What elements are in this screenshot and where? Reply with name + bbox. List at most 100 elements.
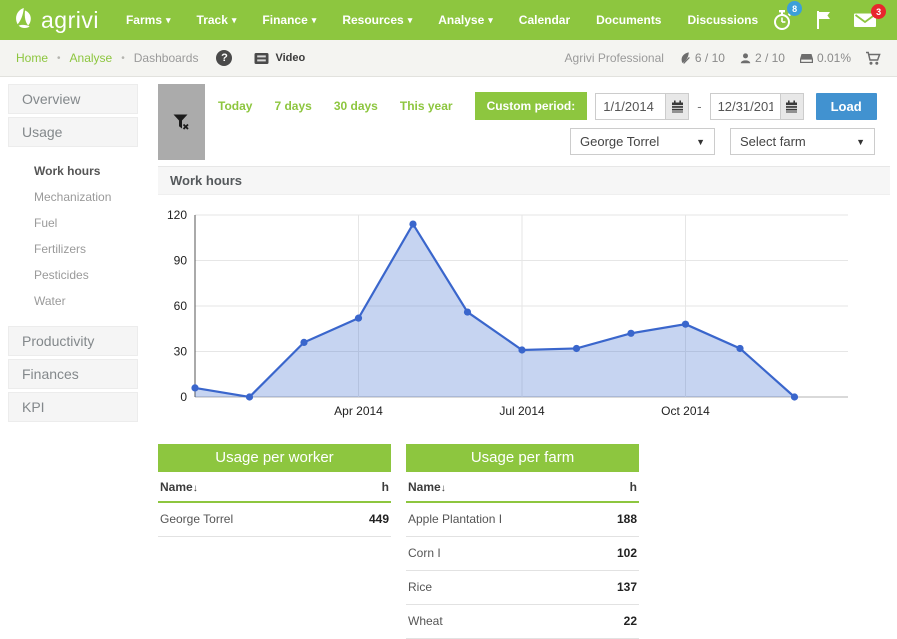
users-quota: 2 / 10 [739, 51, 785, 65]
sidebar-subitem-water[interactable]: Water [8, 288, 138, 314]
sidebar-item-kpi[interactable]: KPI [8, 392, 138, 422]
caret-down-icon: ▾ [166, 15, 171, 25]
farm-name: Corn I [408, 546, 441, 560]
date-from-group [595, 93, 689, 120]
nav-analyse[interactable]: Analyse▾ [425, 0, 506, 40]
nav-discussions[interactable]: Discussions [674, 0, 771, 40]
nav-farms[interactable]: Farms▾ [113, 0, 184, 40]
table-row: George Torrel 449 [158, 503, 391, 537]
usage-tables: Usage per worker Name↓ h George Torrel 4… [158, 444, 890, 639]
svg-text:Oct 2014: Oct 2014 [661, 404, 710, 418]
caret-down-icon: ▾ [312, 15, 317, 25]
entity-filter-row: George Torrel ▼ Select farm ▼ [570, 128, 875, 155]
logo-text: agrivi [41, 7, 99, 34]
date-to-input[interactable] [710, 93, 780, 120]
sort-down-icon: ↓ [193, 483, 198, 494]
filter-30-days[interactable]: 30 days [334, 99, 378, 113]
sidebar-subitem-fuel[interactable]: Fuel [8, 210, 138, 236]
svg-text:0: 0 [180, 390, 187, 404]
caret-down-icon: ▾ [408, 15, 413, 25]
filter-7-days[interactable]: 7 days [274, 99, 311, 113]
sidebar-item-finances[interactable]: Finances [8, 359, 138, 389]
worker-table-title: Usage per worker [158, 444, 391, 472]
worker-name: George Torrel [160, 512, 233, 526]
date-from-calendar-button[interactable] [665, 93, 689, 120]
filter-today[interactable]: Today [218, 99, 252, 113]
section-title: Work hours [158, 166, 890, 195]
filter-this-year[interactable]: This year [400, 99, 453, 113]
breadcrumb-home[interactable]: Home [16, 51, 48, 65]
mail-badge: 3 [871, 4, 886, 19]
date-range-separator: - [697, 99, 701, 114]
cart-icon[interactable] [865, 51, 881, 66]
video-icon [254, 52, 269, 65]
sidebar-subitem-pesticides[interactable]: Pesticides [8, 262, 138, 288]
storage-icon [799, 52, 814, 65]
user-small-icon [739, 52, 752, 65]
farm-hours: 188 [617, 512, 637, 526]
worker-name-header[interactable]: Name↓ [160, 480, 198, 494]
select-caret-icon: ▼ [696, 137, 705, 147]
farm-name-header[interactable]: Name↓ [408, 480, 446, 494]
sidebar-item-productivity[interactable]: Productivity [8, 326, 138, 356]
main-content: Today 7 days 30 days This year Custom pe… [158, 84, 890, 639]
sidebar-subitem-fertilizers[interactable]: Fertilizers [8, 236, 138, 262]
filter-clear-icon [172, 113, 191, 132]
breadcrumb-analyse[interactable]: Analyse [70, 51, 113, 65]
bullet-separator-icon: • [121, 53, 125, 64]
date-to-group [710, 93, 804, 120]
worker-table-header: Name↓ h [158, 472, 391, 503]
messages-button[interactable]: 3 [853, 11, 877, 29]
table-row: Corn I 102 [406, 537, 639, 571]
farm-name: Apple Plantation I [408, 512, 502, 526]
main-menu: Farms▾ Track▾ Finance▾ Resources▾ Analys… [113, 0, 771, 40]
load-button[interactable]: Load [816, 93, 877, 120]
sidebar-subitem-mechanization[interactable]: Mechanization [8, 184, 138, 210]
nav-calendar[interactable]: Calendar [506, 0, 583, 40]
filter-panel: Today 7 days 30 days This year Custom pe… [158, 84, 890, 164]
svg-text:60: 60 [174, 299, 188, 313]
clear-filter-button[interactable] [158, 84, 205, 160]
worker-hours: 449 [369, 512, 389, 526]
video-tutorial-button[interactable]: Video [254, 52, 305, 65]
alarms-button[interactable]: 8 [771, 8, 793, 32]
work-hours-chart[interactable]: 0306090120Apr 2014Jul 2014Oct 2014 [158, 203, 890, 427]
svg-text:90: 90 [174, 254, 188, 268]
table-row: Apple Plantation I 188 [406, 503, 639, 537]
calendar-icon [671, 100, 684, 113]
video-label: Video [275, 52, 305, 64]
farm-hours: 102 [617, 546, 637, 560]
date-from-input[interactable] [595, 93, 665, 120]
nav-finance[interactable]: Finance▾ [249, 0, 329, 40]
help-icon[interactable]: ? [216, 50, 232, 66]
sidebar-item-overview[interactable]: Overview [8, 84, 138, 114]
worker-hours-header[interactable]: h [382, 480, 389, 494]
leaf-icon [678, 51, 692, 65]
sidebar-item-usage[interactable]: Usage [8, 117, 138, 147]
breadcrumb-dashboards: Dashboards [134, 51, 199, 65]
nav-resources[interactable]: Resources▾ [329, 0, 425, 40]
svg-text:Apr 2014: Apr 2014 [334, 404, 383, 418]
worker-select[interactable]: George Torrel ▼ [570, 128, 715, 155]
sidebar: Overview Usage Work hours Mechanization … [8, 84, 138, 425]
nav-track[interactable]: Track▾ [184, 0, 250, 40]
flags-button[interactable] [813, 9, 833, 31]
top-navigation: agrivi Farms▾ Track▾ Finance▾ Resources▾… [0, 0, 897, 40]
agrivi-logo[interactable]: agrivi [10, 6, 99, 34]
farm-table-header: Name↓ h [406, 472, 639, 503]
date-to-calendar-button[interactable] [780, 93, 804, 120]
farm-name: Rice [408, 580, 432, 594]
flag-icon [813, 9, 833, 31]
svg-text:30: 30 [174, 345, 188, 359]
bullet-separator-icon: • [57, 53, 61, 64]
nav-documents[interactable]: Documents [583, 0, 674, 40]
plan-name: Agrivi Professional [565, 51, 664, 65]
farm-table-title: Usage per farm [406, 444, 639, 472]
leaf-logo-icon [10, 6, 38, 34]
farm-hours-header[interactable]: h [630, 480, 637, 494]
table-row: Wheat 22 [406, 605, 639, 639]
sidebar-subitem-work-hours[interactable]: Work hours [8, 158, 138, 184]
farm-hours: 22 [624, 614, 637, 628]
custom-period-button[interactable]: Custom period: [475, 92, 588, 120]
farm-select[interactable]: Select farm ▼ [730, 128, 875, 155]
